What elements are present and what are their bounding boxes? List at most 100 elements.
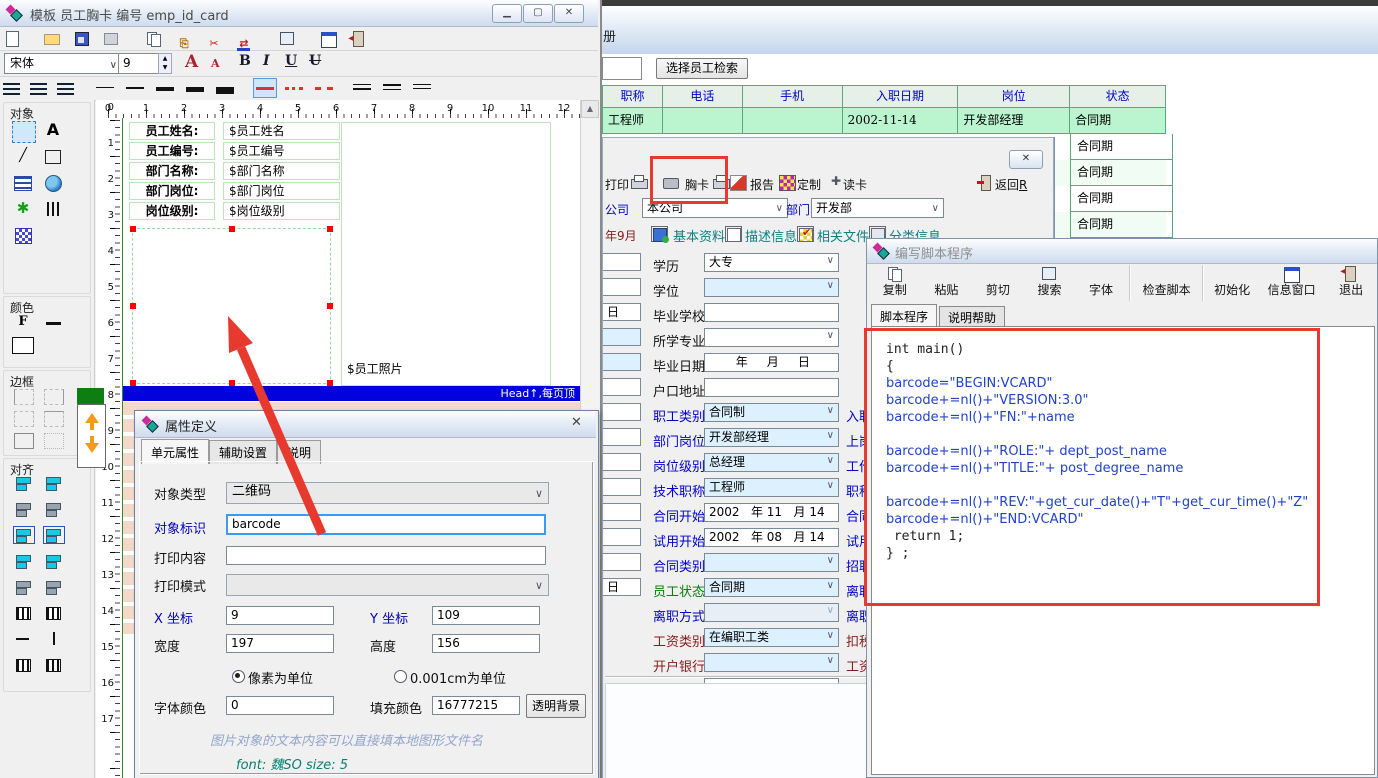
pixel-unit-radio[interactable] bbox=[232, 670, 245, 683]
line-width-1-icon[interactable] bbox=[94, 79, 116, 97]
employee-search-input[interactable] bbox=[602, 57, 642, 80]
tab-related-files[interactable]: 相关文件 bbox=[817, 226, 869, 245]
line-width-4-icon[interactable] bbox=[184, 79, 206, 97]
report-pen-icon[interactable] bbox=[730, 175, 747, 191]
center-horizontal-icon[interactable] bbox=[14, 527, 34, 543]
line-tool-icon[interactable]: ╱ bbox=[12, 147, 34, 167]
select-employee-search-button[interactable]: 选择员工检索 bbox=[656, 58, 748, 79]
read-card-button[interactable]: 读卡 bbox=[843, 176, 867, 193]
customize-icon[interactable] bbox=[779, 175, 796, 191]
field-control[interactable]: 2002 年 11 月 14 日 bbox=[704, 503, 839, 522]
increase-font-icon[interactable]: A bbox=[185, 52, 198, 72]
hline-icon[interactable] bbox=[14, 631, 34, 647]
fill-color-input[interactable]: 16777215 bbox=[432, 696, 520, 715]
field-control[interactable]: 2002 年 08 月 14 日 bbox=[704, 528, 839, 547]
script-toolbar-button[interactable]: 字体 bbox=[1075, 263, 1127, 298]
border-dashed-icon[interactable] bbox=[14, 411, 34, 427]
script-toolbar-button[interactable] bbox=[1129, 265, 1131, 301]
align-text-right-icon[interactable] bbox=[57, 83, 74, 97]
left-cut-field-fragment[interactable] bbox=[603, 253, 641, 271]
double-line-3-icon[interactable] bbox=[411, 79, 433, 97]
tab-basic-info[interactable]: 基本资料 bbox=[673, 226, 725, 245]
open-icon[interactable] bbox=[42, 29, 62, 47]
close-icon[interactable]: ✕ bbox=[554, 4, 584, 23]
font-family-select[interactable]: 宋体∨ bbox=[4, 53, 121, 74]
col-header-title[interactable]: 职称 bbox=[603, 85, 663, 108]
print-button[interactable]: 打印 bbox=[605, 176, 629, 193]
rect-tool-icon[interactable] bbox=[42, 147, 64, 167]
border-right-icon[interactable] bbox=[44, 389, 64, 405]
table-row[interactable]: 工程师 2002-11-14 开发部经理 合同期 bbox=[602, 108, 1166, 134]
line-style-solid-icon[interactable] bbox=[254, 79, 276, 97]
resize-handle[interactable] bbox=[229, 226, 235, 232]
col-header-status[interactable]: 状态 bbox=[1070, 85, 1166, 108]
line-width-3-icon[interactable] bbox=[154, 79, 176, 97]
preview-icon[interactable] bbox=[101, 29, 121, 47]
script-toolbar-button[interactable] bbox=[1202, 265, 1204, 301]
table-grid-icon[interactable] bbox=[44, 657, 64, 673]
x-coord-input[interactable]: 9 bbox=[226, 606, 334, 625]
read-card-icon[interactable] bbox=[829, 176, 844, 190]
printer-icon[interactable] bbox=[631, 175, 646, 189]
field-control[interactable]: 合同制 bbox=[704, 403, 839, 422]
save-icon[interactable] bbox=[72, 29, 92, 47]
customize-button[interactable]: 定制 bbox=[797, 176, 821, 193]
copy-icon[interactable] bbox=[144, 29, 164, 47]
photo-placeholder-box[interactable]: $员工照片 bbox=[341, 122, 551, 386]
width-input[interactable]: 197 bbox=[226, 634, 334, 653]
script-window-titlebar[interactable]: 编写脚本程序 bbox=[867, 239, 1377, 264]
line-style-dashed-icon[interactable] bbox=[313, 79, 335, 97]
script-toolbar-button[interactable]: 信息窗口 bbox=[1258, 263, 1326, 298]
field-control[interactable]: 开发部经理 bbox=[704, 428, 839, 447]
resize-handle[interactable] bbox=[130, 303, 136, 309]
left-cut-field-fragment[interactable] bbox=[603, 353, 641, 371]
new-icon[interactable] bbox=[3, 31, 21, 47]
field-control[interactable] bbox=[704, 328, 839, 347]
resize-handle[interactable] bbox=[327, 226, 333, 232]
transparent-bg-button[interactable]: 透明背景 bbox=[526, 694, 586, 718]
left-cut-field-fragment[interactable] bbox=[603, 428, 641, 446]
field-control[interactable]: 在编职工类 bbox=[704, 628, 839, 647]
italic-icon[interactable]: I bbox=[263, 53, 270, 69]
field-control[interactable] bbox=[704, 378, 839, 397]
tab-help[interactable]: 说明帮助 bbox=[939, 306, 1005, 328]
row-layout-icon[interactable] bbox=[14, 605, 34, 621]
left-cut-field-fragment[interactable] bbox=[603, 378, 641, 396]
qrcode-tool-icon[interactable] bbox=[12, 225, 34, 245]
script-toolbar-button[interactable]: 剪切 bbox=[972, 263, 1024, 298]
double-line-1-icon[interactable] bbox=[351, 79, 373, 97]
font-color-input[interactable]: 0 bbox=[226, 696, 334, 715]
ole-tool-icon[interactable]: ✱ bbox=[12, 199, 34, 219]
script-toolbar-button[interactable]: 搜索 bbox=[1024, 263, 1076, 298]
description-icon[interactable] bbox=[725, 226, 742, 242]
text-tool-icon[interactable]: A bbox=[42, 121, 64, 141]
vline-icon[interactable] bbox=[44, 631, 64, 647]
font-size-stepper[interactable]: ▲▼ bbox=[158, 53, 172, 74]
field-control[interactable] bbox=[704, 603, 839, 622]
template-window-titlebar[interactable]: 模板 员工胸卡 编号 emp_id_card ▁ ▢ ✕ bbox=[0, 0, 598, 27]
border-top-icon[interactable] bbox=[44, 411, 64, 427]
select-tool-icon[interactable] bbox=[12, 121, 36, 143]
field-control[interactable] bbox=[704, 653, 839, 672]
return-door-icon[interactable] bbox=[977, 175, 992, 189]
selected-qrcode-object[interactable] bbox=[132, 228, 331, 384]
script-toolbar-button[interactable]: 复制 bbox=[869, 263, 921, 298]
align-top-icon[interactable] bbox=[14, 501, 34, 517]
scroll-up-icon[interactable]: ▲ bbox=[581, 100, 599, 118]
line-width-5-icon[interactable] bbox=[214, 79, 236, 97]
field-control[interactable]: 年 月 日 bbox=[704, 353, 839, 372]
align-text-left-icon[interactable] bbox=[3, 83, 20, 97]
field-control[interactable] bbox=[704, 278, 839, 297]
left-cut-field-fragment[interactable] bbox=[603, 328, 641, 346]
left-cut-field-fragment[interactable] bbox=[603, 453, 641, 471]
field-control[interactable] bbox=[704, 303, 839, 322]
tab-script-program[interactable]: 脚本程序 bbox=[871, 304, 937, 327]
move-down-icon[interactable] bbox=[85, 443, 99, 453]
distribute-horizontal-icon[interactable] bbox=[14, 553, 34, 569]
col-header-mobile[interactable]: 手机 bbox=[743, 85, 843, 108]
border-none-icon[interactable] bbox=[44, 433, 64, 449]
same-height-icon[interactable] bbox=[44, 579, 64, 595]
dialog-titlebar[interactable]: 属性定义 ✕ bbox=[135, 411, 596, 438]
print-content-input[interactable] bbox=[226, 546, 546, 565]
close-icon[interactable]: ✕ bbox=[1009, 150, 1043, 169]
